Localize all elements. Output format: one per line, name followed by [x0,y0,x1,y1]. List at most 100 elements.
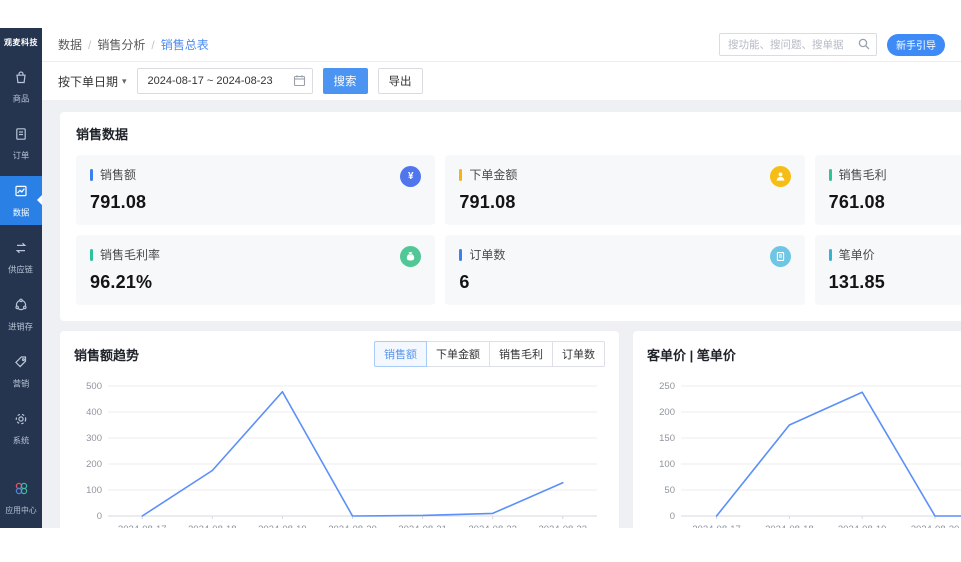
stat-value: 6 [459,272,790,293]
sidebar-item-label: 进销存 [9,320,34,332]
order-doc-icon [13,126,29,147]
stat-card-gross-margin: 销售毛利率 96.21% [76,235,435,305]
main-area: 数据 / 销售分析 / 销售总表 新手引导 按下单日期 ▾ [42,28,961,528]
accent-bar [459,169,462,181]
svg-text:2024-08-20: 2024-08-20 [328,524,377,528]
svg-text:250: 250 [659,381,675,392]
stat-label: 销售毛利 [839,166,887,183]
breadcrumb-separator: / [88,38,91,52]
brand-logo: 观麦科技 [4,38,38,48]
global-search [719,33,877,56]
search-icon[interactable] [857,37,871,56]
sales-trend-panel: 销售额趋势 销售额 下单金额 销售毛利 订单数 0100200300400500… [60,331,619,528]
tag-icon [13,354,29,375]
gear-icon [13,411,29,432]
filter-bar: 按下单日期 ▾ 搜索 导出 [42,62,961,100]
sidebar-item-app-center[interactable]: 应用中心 [0,473,42,522]
svg-text:2024-08-18: 2024-08-18 [765,524,814,528]
top-bar: 数据 / 销售分析 / 销售总表 新手引导 [42,28,961,62]
svg-text:100: 100 [659,459,675,470]
sidebar-item-label: 系统 [13,434,30,446]
svg-text:2024-08-19: 2024-08-19 [258,524,307,528]
stat-label: 销售毛利率 [100,246,160,263]
stat-card-avg-order-value: 笔单价 ¥ 131.85 [815,235,961,305]
sales-data-panel: 销售数据 销售额 ¥ 791.08 下单金额 791.08 [60,112,961,321]
stat-label: 销售额 [100,166,136,183]
stat-card-grid: 销售额 ¥ 791.08 下单金额 791.08 销售毛利 [76,155,961,305]
accent-bar [459,249,462,261]
stat-value: 131.85 [829,272,961,293]
svg-text:100: 100 [86,485,102,496]
date-range-input[interactable] [137,68,313,94]
svg-text:2024-08-23: 2024-08-23 [538,524,587,528]
stat-label: 下单金额 [469,166,517,183]
sales-trend-header: 销售额趋势 销售额 下单金额 销售毛利 订单数 [74,342,605,366]
share-nodes-icon [13,297,29,318]
svg-text:2024-08-19: 2024-08-19 [838,524,887,528]
svg-text:2024-08-22: 2024-08-22 [468,524,517,528]
sales-data-title: 销售数据 [76,124,961,143]
svg-text:2024-08-20: 2024-08-20 [911,524,960,528]
sidebar-item-system[interactable]: 系统 [0,404,42,453]
tab-order-amount[interactable]: 下单金额 [426,341,490,367]
svg-text:200: 200 [86,459,102,470]
svg-text:2024-08-18: 2024-08-18 [188,524,237,528]
tab-order-count[interactable]: 订单数 [552,341,605,367]
avg-price-header: 客单价 | 笔单价 [647,342,961,366]
date-range-picker [137,68,313,94]
trend-metric-tabs: 销售额 下单金额 销售毛利 订单数 [374,341,605,367]
chevron-down-icon: ▾ [122,76,127,87]
stat-value: 791.08 [459,192,790,213]
accent-bar [90,249,93,261]
supply-arrows-icon [13,240,29,261]
stat-card-order-count: 订单数 6 [445,235,804,305]
search-input[interactable] [719,33,877,56]
breadcrumb: 数据 / 销售分析 / 销售总表 [58,36,209,53]
stat-card-sales-amount: 销售额 ¥ 791.08 [76,155,435,225]
sidebar-item-orders[interactable]: 订单 [0,119,42,168]
breadcrumb-item[interactable]: 数据 [58,36,82,53]
svg-text:150: 150 [659,433,675,444]
export-button[interactable]: 导出 [378,68,423,94]
sidebar-item-label: 营销 [13,377,30,389]
yen-circle-icon: ¥ [400,166,421,187]
sidebar-item-marketing[interactable]: 营销 [0,347,42,396]
bag-icon [13,69,29,90]
content-area: 销售数据 销售额 ¥ 791.08 下单金额 791.08 [42,100,961,528]
tab-sales-amount[interactable]: 销售额 [374,341,427,367]
breadcrumb-item-current[interactable]: 销售总表 [161,36,209,53]
svg-text:500: 500 [86,381,102,392]
sidebar-item-label: 供应链 [9,263,34,275]
sidebar-item-supply-chain[interactable]: 供应链 [0,233,42,282]
search-button[interactable]: 搜索 [323,68,368,94]
sidebar-item-inventory[interactable]: 进销存 [0,290,42,339]
stat-value: 761.08 [829,192,961,213]
svg-text:0: 0 [670,511,675,522]
sidebar-item-label: 数据 [13,206,30,218]
sidebar-item-data[interactable]: 数据 [0,176,42,225]
avg-price-chart: 0501001502002502024-08-172024-08-182024-… [647,372,961,528]
user-circle-icon [770,166,791,187]
svg-text:50: 50 [664,485,675,496]
breadcrumb-item[interactable]: 销售分析 [97,36,145,53]
tab-gross-profit[interactable]: 销售毛利 [489,341,553,367]
date-type-dropdown[interactable]: 按下单日期 ▾ [58,73,127,90]
calendar-icon[interactable] [293,74,306,92]
avg-price-panel: 客单价 | 笔单价 0501001502002502024-08-172024-… [633,331,961,528]
novice-guide-button[interactable]: 新手引导 [887,34,945,56]
app-frame: 观麦科技 商品 订单 数据 供应链 进销存 营销 系统 [0,28,961,528]
sidebar-item-label: 订单 [13,149,30,161]
document-circle-icon [770,246,791,267]
sidebar-item-products[interactable]: 商品 [0,62,42,111]
sidebar-item-label: 应用中心 [5,504,36,515]
accent-bar [829,249,832,261]
date-type-label: 按下单日期 [58,73,118,90]
avg-price-title: 客单价 | 笔单价 [647,345,736,364]
stat-label: 订单数 [469,246,505,263]
svg-text:0: 0 [97,511,102,522]
sidebar: 观麦科技 商品 订单 数据 供应链 进销存 营销 系统 [0,28,42,528]
sales-trend-title: 销售额趋势 [74,345,139,364]
moneybag-circle-icon [400,246,421,267]
accent-bar [829,169,832,181]
sidebar-item-label: 商品 [13,92,30,104]
